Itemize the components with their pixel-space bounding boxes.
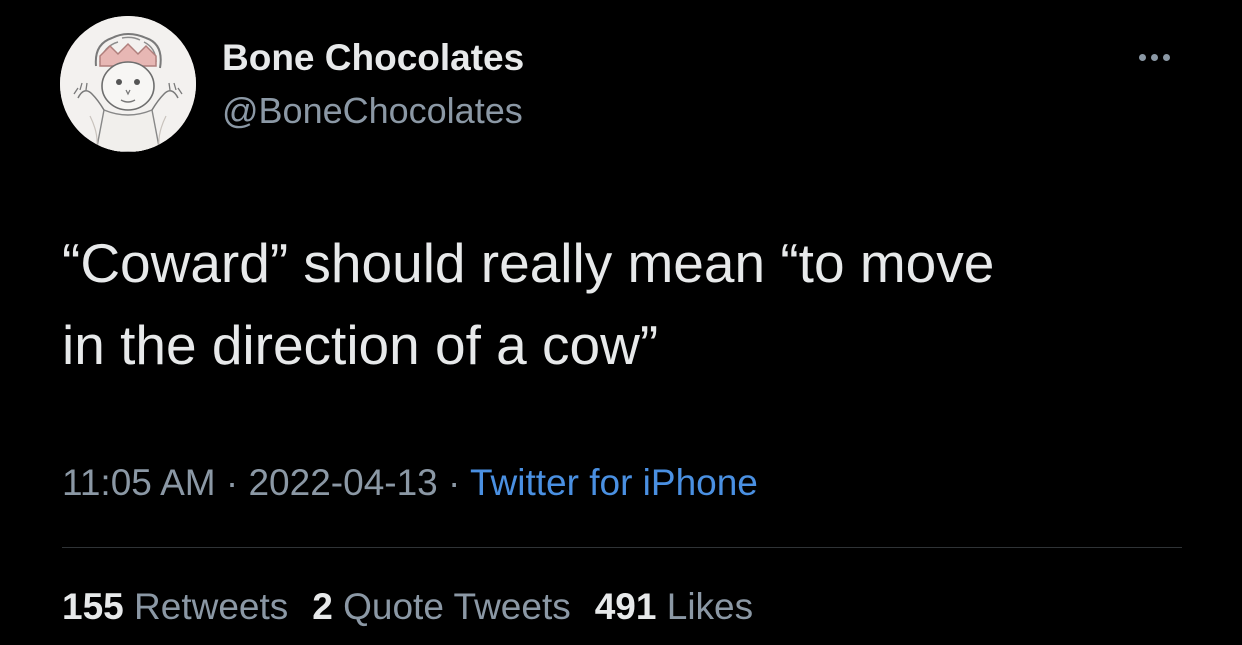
author-handle[interactable]: @BoneChocolates (222, 90, 523, 132)
tweet-card: Bone Chocolates @BoneChocolates “Coward”… (0, 0, 1242, 645)
more-horizontal-icon (1162, 53, 1170, 61)
avatar[interactable] (60, 16, 196, 152)
more-options-button[interactable] (1124, 44, 1184, 70)
retweets-count: 155 (62, 586, 124, 627)
more-horizontal-icon (1150, 53, 1158, 61)
meta-separator: · (215, 462, 249, 503)
likes-count: 491 (594, 586, 657, 627)
avatar-drawing-icon (60, 16, 196, 152)
tweet-source-link[interactable]: Twitter for iPhone (470, 462, 758, 503)
retweets-stat[interactable]: 155 Retweets (62, 586, 288, 628)
quote-tweets-stat[interactable]: 2 Quote Tweets (312, 586, 570, 628)
author-display-name[interactable]: Bone Chocolates (222, 37, 524, 79)
likes-stat[interactable]: 491 Likes (595, 586, 753, 628)
retweets-label: Retweets (134, 586, 289, 627)
quote-tweets-label: Quote Tweets (343, 586, 571, 627)
tweet-meta: 11:05 AM · 2022-04-13 · Twitter for iPho… (62, 462, 758, 504)
likes-label: Likes (666, 586, 754, 627)
tweet-stats: 155 Retweets 2 Quote Tweets 491 Likes (62, 586, 753, 628)
tweet-text: “Coward” should really mean “to move in … (62, 232, 995, 376)
divider (62, 547, 1182, 548)
quote-tweets-count: 2 (312, 586, 333, 627)
tweet-date[interactable]: 2022-04-13 (248, 462, 437, 503)
tweet-time[interactable]: 11:05 AM (62, 462, 216, 503)
meta-separator: · (437, 462, 470, 503)
more-horizontal-icon (1138, 53, 1146, 61)
